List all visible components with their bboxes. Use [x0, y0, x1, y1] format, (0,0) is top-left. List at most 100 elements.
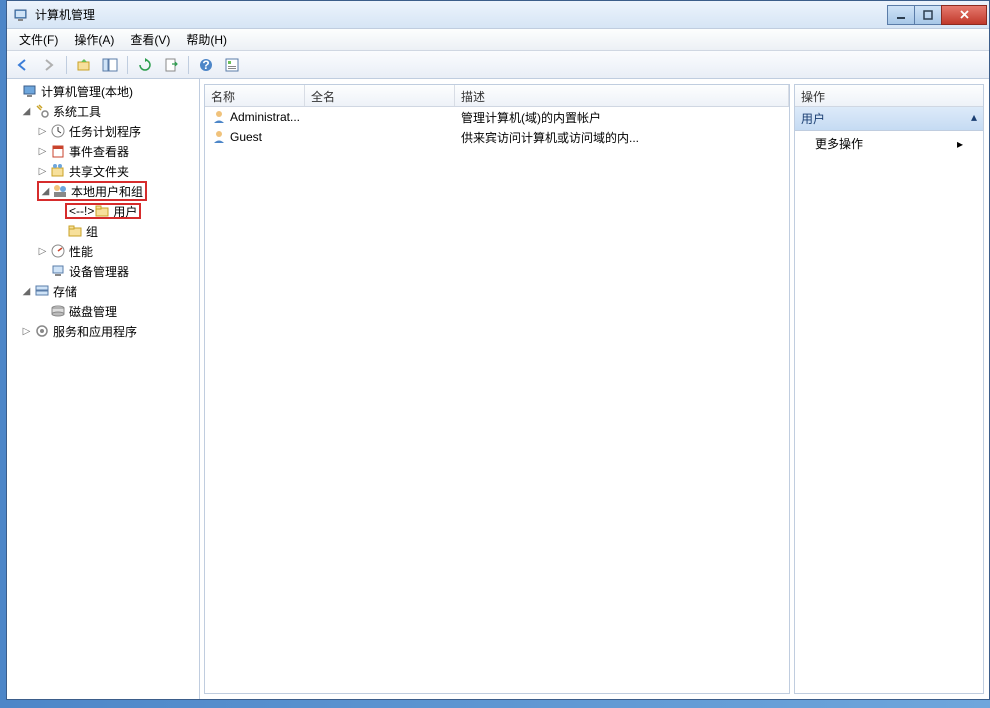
tree-shared-folders[interactable]: ▷ 共享文件夹 [7, 161, 199, 181]
tree-label: 计算机管理(本地) [41, 83, 133, 100]
tree-disk-management[interactable]: 磁盘管理 [7, 301, 199, 321]
toolbar-separator [66, 56, 67, 74]
shared-folder-icon [50, 163, 66, 179]
expander-icon[interactable]: ▷ [37, 246, 48, 257]
action-panel-header: 操作 [795, 85, 983, 107]
column-fullname[interactable]: 全名 [305, 85, 455, 106]
tree-root[interactable]: 计算机管理(本地) [7, 81, 199, 101]
cell-name: Administrat... [205, 109, 305, 125]
window-controls [888, 5, 987, 25]
users-groups-icon [52, 183, 68, 199]
expander-icon[interactable]: ◢ [41, 186, 50, 197]
tree-label: 服务和应用程序 [53, 323, 137, 340]
tree-label: 任务计划程序 [69, 123, 141, 140]
tree-event-viewer[interactable]: ▷ 事件查看器 [7, 141, 199, 161]
user-name: Administrat... [230, 110, 300, 124]
toolbar-separator [188, 56, 189, 74]
help-button[interactable]: ? [194, 54, 218, 76]
user-name: Guest [230, 130, 262, 144]
expander-icon[interactable]: ▷ [37, 166, 48, 177]
tree-groups[interactable]: 组 [7, 221, 199, 241]
folder-icon [94, 203, 110, 219]
menu-action[interactable]: 操作(A) [66, 29, 122, 50]
cell-description: 管理计算机(域)的内置帐户 [455, 109, 789, 126]
toolbar: ? [7, 51, 989, 79]
body-area: 计算机管理(本地) ◢ 系统工具 ▷ 任务计划程序 ▷ 事件查看器 ▷ 共享文件… [7, 79, 989, 699]
list-row[interactable]: Guest 供来宾访问计算机或访问域的内... [205, 127, 789, 147]
action-more[interactable]: 更多操作 ▸ [795, 131, 983, 156]
tools-icon [34, 103, 50, 119]
tree-label: 性能 [69, 243, 93, 260]
expander-icon[interactable]: ▷ [37, 146, 48, 157]
clock-icon [50, 123, 66, 139]
chevron-right-icon: ▸ [957, 137, 963, 151]
window-title: 计算机管理 [35, 6, 888, 23]
list-body[interactable]: Administrat... 管理计算机(域)的内置帐户 Guest 供来宾访问… [205, 107, 789, 693]
back-button[interactable] [11, 54, 35, 76]
expander-icon[interactable] [9, 86, 20, 97]
list-header: 名称 全名 描述 [205, 85, 789, 107]
tree-device-manager[interactable]: 设备管理器 [7, 261, 199, 281]
storage-icon [34, 283, 50, 299]
tree-task-scheduler[interactable]: ▷ 任务计划程序 [7, 121, 199, 141]
user-icon [211, 129, 227, 145]
action-section-users[interactable]: 用户 ▴ [795, 107, 983, 131]
navigation-tree[interactable]: 计算机管理(本地) ◢ 系统工具 ▷ 任务计划程序 ▷ 事件查看器 ▷ 共享文件… [7, 79, 200, 699]
properties-button[interactable] [220, 54, 244, 76]
disk-icon [50, 303, 66, 319]
tree-services-apps[interactable]: ▷ 服务和应用程序 [7, 321, 199, 341]
titlebar: 计算机管理 [7, 1, 989, 29]
action-panel: 操作 用户 ▴ 更多操作 ▸ [794, 84, 984, 694]
up-button[interactable] [72, 54, 96, 76]
tree-label: 用户 [113, 203, 137, 220]
tree-label: 本地用户和组 [71, 183, 143, 200]
app-icon [13, 7, 29, 23]
user-list: 名称 全名 描述 Administrat... 管理计算机(域)的内置帐户 G [204, 84, 790, 694]
services-icon [34, 323, 50, 339]
svg-text:?: ? [202, 58, 209, 72]
folder-icon [67, 223, 83, 239]
collapse-icon: ▴ [971, 110, 977, 127]
tree-label: 组 [86, 223, 98, 240]
app-window: 计算机管理 文件(F) 操作(A) 查看(V) 帮助(H) ? 计算机 [6, 0, 990, 700]
list-row[interactable]: Administrat... 管理计算机(域)的内置帐户 [205, 107, 789, 127]
tree-local-users-groups[interactable]: ◢ 本地用户和组 [37, 181, 147, 201]
tree-label: 事件查看器 [69, 143, 129, 160]
refresh-button[interactable] [133, 54, 157, 76]
cell-description: 供来宾访问计算机或访问域的内... [455, 129, 789, 146]
toolbar-separator [127, 56, 128, 74]
tree-label: 系统工具 [53, 103, 101, 120]
minimize-button[interactable] [887, 5, 915, 25]
tree-label: 共享文件夹 [69, 163, 129, 180]
column-name[interactable]: 名称 [205, 85, 305, 106]
cell-name: Guest [205, 129, 305, 145]
user-icon [211, 109, 227, 125]
menu-view[interactable]: 查看(V) [122, 29, 178, 50]
menubar: 文件(F) 操作(A) 查看(V) 帮助(H) [7, 29, 989, 51]
expander-icon[interactable]: ◢ [21, 106, 32, 117]
maximize-button[interactable] [914, 5, 942, 25]
computer-icon [22, 83, 38, 99]
tree-system-tools[interactable]: ◢ 系统工具 [7, 101, 199, 121]
tree-label: 磁盘管理 [69, 303, 117, 320]
expander-icon[interactable]: ▷ [21, 326, 32, 337]
event-icon [50, 143, 66, 159]
action-section-label: 用户 [801, 110, 825, 127]
performance-icon [50, 243, 66, 259]
menu-file[interactable]: 文件(F) [11, 29, 66, 50]
column-description[interactable]: 描述 [455, 85, 789, 106]
expander-icon[interactable]: ◢ [21, 286, 32, 297]
menu-help[interactable]: 帮助(H) [178, 29, 235, 50]
tree-performance[interactable]: ▷ 性能 [7, 241, 199, 261]
tree-label: 设备管理器 [69, 263, 129, 280]
tree-storage[interactable]: ◢ 存储 [7, 281, 199, 301]
expander-icon[interactable]: ▷ [37, 126, 48, 137]
export-button[interactable] [159, 54, 183, 76]
action-more-label: 更多操作 [815, 135, 863, 152]
tree-label: 存储 [53, 283, 77, 300]
tree-users[interactable]: <--!> 用户 [7, 201, 199, 221]
forward-button[interactable] [37, 54, 61, 76]
device-icon [50, 263, 66, 279]
show-hide-tree-button[interactable] [98, 54, 122, 76]
close-button[interactable] [941, 5, 987, 25]
